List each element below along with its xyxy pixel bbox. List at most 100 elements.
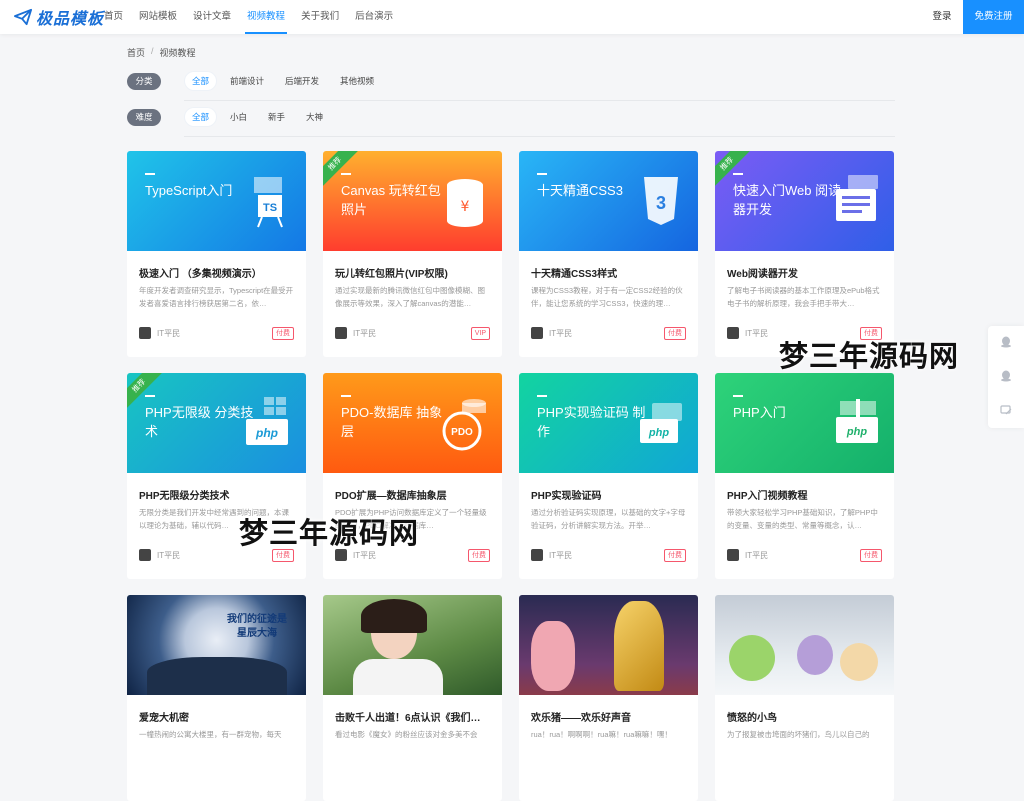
girl-hair [361,599,427,633]
astronaut-silhouettes [147,657,287,695]
difficulty-filter-label: 难度 [127,108,161,126]
course-card[interactable]: PHP入门 php PHP入门视频教程 带领大家轻松学习PHP基础知识，了解PH… [715,373,894,579]
course-author: IT平民 [727,549,768,561]
filter-divider [184,100,895,101]
site-logo[interactable]: 极品模板 [14,6,104,28]
avatar [531,549,543,561]
price-tag: VIP [470,327,490,340]
nav-item-admin-demo[interactable]: 后台演示 [347,0,401,34]
css3-icon: 3 [644,177,678,225]
category-filter: 分类 全部 前端设计 后端开发 其他视频 [127,66,895,96]
course-card[interactable]: 十天精通CSS3 3 十天精通CSS3样式 课程为CSS3教程，对于有一定CSS… [519,151,698,357]
course-banner: 十天精通CSS3 3 [519,151,698,251]
course-author: IT平民 [727,327,768,339]
course-title[interactable]: 玩儿转红包照片(VIP权限) [335,265,495,280]
watermark-text: 梦三年源码网 [779,341,960,373]
difficulty-option-novice[interactable]: 新手 [261,108,292,126]
breadcrumb-home[interactable]: 首页 [127,46,145,59]
pdo-database-icon: PDO [442,399,486,451]
php-captcha-icon: php [640,403,682,443]
photo-overlay-text: 我们的征途是 星辰大海 [227,614,287,639]
course-title[interactable]: PHP实现验证码 [531,487,691,502]
course-card[interactable]: PHP实现验证码 制作 php PHP实现验证码 通过分析验证码实现原理，以基础… [519,373,698,579]
video-title[interactable]: 欢乐猪——欢乐好声音 [531,709,691,724]
course-title[interactable]: Web阅读器开发 [727,265,887,280]
video-description: 看过电影《魔女》的粉丝应该对金多美不会 [335,730,478,739]
banner-title: TypeScript入门 [145,173,257,200]
avatar [139,327,151,339]
course-card[interactable]: TypeScript入门 TS 极速入门 （多集视频演示） 年度开发者调查研究显… [127,151,306,357]
banner-title: PHP实现验证码 制作 [537,395,649,441]
nav-item-articles[interactable]: 设计文章 [185,0,239,34]
paper-plane-icon [14,8,32,26]
price-tag: 付费 [664,549,686,562]
smiling-girl-photo [323,595,502,695]
avatar [139,549,151,561]
pig-figure [531,621,575,691]
difficulty-option-all[interactable]: 全部 [185,108,217,126]
course-card[interactable]: Canvas 玩转红包照片 ¥ 推荐 玩儿转红包照片(VIP权限) 通过实现最新… [323,151,502,357]
video-title[interactable]: 愤怒的小鸟 [727,709,887,724]
qq-icon[interactable] [1000,336,1012,348]
course-title[interactable]: PHP入门视频教程 [727,487,887,502]
nav-item-about[interactable]: 关于我们 [293,0,347,34]
price-tag: 付费 [272,327,294,340]
video-title[interactable]: 爱宠大机密 [139,709,299,724]
avatar [531,327,543,339]
gold-sparkle-figure [614,601,664,691]
nav-item-templates[interactable]: 网站模板 [131,0,185,34]
video-description: rua！rua！啊啊啊！rua嘛！rua嘛嘛！嘿！ [531,730,672,739]
svg-text:PDO: PDO [451,427,473,438]
difficulty-option-expert[interactable]: 大神 [299,108,330,126]
course-banner: PHP入门 php [715,373,894,473]
course-card[interactable]: 快速入门Web 阅读器开发 推荐 Web阅读器开发 了解电子书阅读器的基本工作原… [715,151,894,357]
nav-item-videos[interactable]: 视频教程 [239,0,293,34]
green-bird [729,635,775,681]
video-card[interactable]: 愤怒的小鸟 为了报复被击垮面的坏猪们，鸟儿以自己的 [715,595,894,801]
feedback-icon[interactable] [1000,404,1012,416]
qq-icon-2[interactable] [1000,370,1012,382]
browser-reader-icon [836,175,878,221]
course-title[interactable]: PDO扩展—数据库抽象层 [335,487,495,502]
login-link[interactable]: 登录 [922,0,962,34]
video-title[interactable]: 击败千人出道！6点认识《我们… [335,709,495,724]
course-author: IT平民 [335,327,376,339]
main-nav: 首页 网站模板 设计文章 视频教程 关于我们 后台演示 [96,0,401,34]
recommend-badge: 推荐 [323,151,363,192]
banner-title: PDO-数据库 抽象层 [341,395,453,441]
recommend-badge: 推荐 [715,151,755,192]
category-option-backend[interactable]: 后端开发 [278,72,326,90]
course-description: 课程为CSS3教程，对于有一定CSS2经验的伙伴，能让您系统的学习CSS3，快速… [531,286,683,308]
nav-item-home[interactable]: 首页 [96,0,131,34]
watermark-text: 梦三年源码网 [239,518,420,550]
course-description: 通过实现最新的腾讯微信红包中图像模糊、图像展示等效果，深入了解canvas的潜能… [335,286,485,308]
author-name: IT平民 [353,328,377,338]
register-button[interactable]: 免费注册 [963,0,1024,34]
course-title[interactable]: 十天精通CSS3样式 [531,265,691,280]
author-name: IT平民 [745,550,769,560]
svg-text:php: php [648,427,669,439]
red-packet-icon: ¥ [447,179,483,227]
breadcrumb-separator: / [151,46,154,56]
video-card[interactable]: 击败千人出道！6点认识《我们… 看过电影《魔女》的粉丝应该对金多美不会 [323,595,502,801]
course-author: IT平民 [139,327,180,339]
course-title[interactable]: 极速入门 （多集视频演示） [139,265,299,280]
floating-contact-panel [988,326,1024,428]
recommend-ribbon: 推荐 [127,373,171,417]
course-description: 年度开发者调查研究显示，Typescript在最受开发者喜爱语言排行榜获居第二名… [139,286,294,308]
course-banner: PHP实现验证码 制作 php [519,373,698,473]
category-option-frontend[interactable]: 前端设计 [223,72,271,90]
banner-title: 十天精通CSS3 [537,173,649,200]
course-author: IT平民 [531,327,572,339]
price-tag: 付费 [860,549,882,562]
course-title[interactable]: PHP无限级分类技术 [139,487,299,502]
category-option-other[interactable]: 其他视频 [333,72,381,90]
course-description: 带领大家轻松学习PHP基础知识，了解PHP中的变量、变量的类型、常量等概念，认… [727,508,878,530]
difficulty-option-beginner[interactable]: 小白 [223,108,254,126]
category-option-all[interactable]: 全部 [185,72,217,90]
avatar [727,549,739,561]
course-description: 了解电子书阅读器的基本工作原理及ePub格式电子书的解析原理，我会手把手带大… [727,286,880,308]
php-grid-icon: php [246,397,288,445]
video-card[interactable]: 我们的征途是 星辰大海 爱宠大机密 一幢热闹的公寓大楼里，有一群宠物，每天 [127,595,306,801]
video-card[interactable]: 欢乐猪——欢乐好声音 rua！rua！啊啊啊！rua嘛！rua嘛嘛！嘿！ [519,595,698,801]
